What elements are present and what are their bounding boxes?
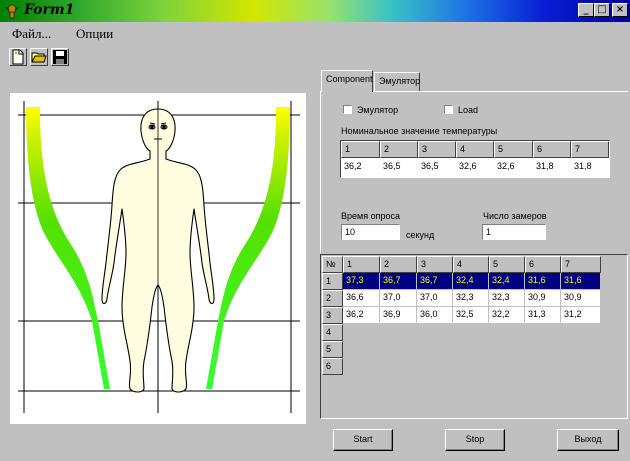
poll-time-label: Время опроса <box>341 211 400 221</box>
result-cell[interactable]: 30,9 <box>561 290 601 307</box>
grid-column-header: 2 <box>380 256 417 273</box>
result-cell[interactable]: 32,3 <box>489 290 525 307</box>
stop-button[interactable]: Stop <box>445 429 505 451</box>
temperature-profile-drawing <box>18 101 300 413</box>
result-cell[interactable]: 32,2 <box>489 307 525 324</box>
nominal-value-cell[interactable]: 36,5 <box>380 159 418 176</box>
grid-row-header: 1 <box>322 273 343 290</box>
nominal-value-cell[interactable]: 32,6 <box>456 159 494 176</box>
minimize-button[interactable]: _ <box>578 3 594 17</box>
tab-emulator[interactable]: Эмулятор <box>374 72 420 92</box>
result-cell[interactable]: 36,7 <box>380 273 417 290</box>
grid-corner-header: № <box>322 256 343 273</box>
result-cell[interactable]: 36,2 <box>343 307 380 324</box>
grid-header-cell: 4 <box>456 141 494 158</box>
result-cell[interactable]: 36,0 <box>417 307 453 324</box>
window-title: Form1 <box>24 2 75 18</box>
grid-column-header: 6 <box>525 256 561 273</box>
result-cell[interactable]: 31,2 <box>561 307 601 324</box>
grid-column-header: 7 <box>561 256 601 273</box>
result-cell[interactable]: 31,3 <box>525 307 561 324</box>
result-cell[interactable]: 36,9 <box>380 307 417 324</box>
app-icon <box>4 3 20 19</box>
load-checkbox-label: Load <box>458 105 479 115</box>
tab-component[interactable]: Component <box>321 70 373 92</box>
grid-column-header: 1 <box>343 256 380 273</box>
result-cell[interactable]: 32,5 <box>453 307 489 324</box>
open-folder-icon <box>31 52 47 63</box>
title-bar: Form1 _ □ × <box>0 0 630 22</box>
save-file-button[interactable] <box>51 48 69 66</box>
toolbar <box>0 44 630 70</box>
new-file-icon <box>12 49 24 65</box>
result-cell[interactable]: 36,6 <box>343 290 380 307</box>
nominal-value-cell[interactable]: 36,2 <box>341 159 380 176</box>
grid-header-cell: 6 <box>533 141 571 158</box>
nominal-temperature-grid[interactable]: 1 2 3 4 5 6 7 36,2 36,5 36,5 32,6 32,6 3… <box>340 140 610 178</box>
result-cell[interactable]: 31,6 <box>561 273 601 290</box>
body-diagram <box>10 93 306 424</box>
result-cell[interactable]: 30,9 <box>525 290 561 307</box>
menu-file[interactable]: Файл... <box>12 26 51 42</box>
new-file-button[interactable] <box>9 48 27 66</box>
poll-time-input[interactable]: 10 <box>341 224 400 240</box>
maximize-button[interactable]: □ <box>594 3 610 17</box>
grid-column-header: 5 <box>489 256 525 273</box>
grid-header-cell: 5 <box>494 141 533 158</box>
grid-column-header: 3 <box>417 256 453 273</box>
open-file-button[interactable] <box>30 48 48 66</box>
grid-header-cell: 3 <box>418 141 456 158</box>
result-cell[interactable]: 37,0 <box>417 290 453 307</box>
nominal-value-cell[interactable]: 32,6 <box>494 159 533 176</box>
exit-button[interactable]: Выход <box>557 429 619 451</box>
result-cell[interactable]: 32,3 <box>453 290 489 307</box>
measure-count-input[interactable]: 1 <box>482 224 546 240</box>
menu-options[interactable]: Опции <box>76 26 113 42</box>
grid-row-header: 2 <box>322 290 343 307</box>
load-checkbox[interactable] <box>444 105 453 114</box>
emulator-checkbox-label: Эмулятор <box>357 105 399 115</box>
nominal-value-cell[interactable]: 31,8 <box>571 159 609 176</box>
grid-header-cell: 2 <box>380 141 418 158</box>
grid-row-header: 5 <box>322 341 343 358</box>
grid-header-cell: 1 <box>341 141 380 158</box>
close-button[interactable]: × <box>612 3 628 17</box>
nominal-value-cell[interactable]: 36,5 <box>418 159 456 176</box>
poll-time-unit-label: секунд <box>406 230 435 240</box>
emulator-checkbox[interactable] <box>343 105 352 114</box>
results-grid[interactable]: № 1 2 3 4 5 6 7 1 37,3 36,7 36,7 32,4 32… <box>322 256 616 376</box>
grid-row-header: 6 <box>322 358 343 375</box>
result-cell[interactable]: 37,3 <box>343 273 380 290</box>
measure-count-label: Число замеров <box>483 211 547 221</box>
grid-row-header: 4 <box>322 324 343 341</box>
result-cell[interactable]: 31,6 <box>525 273 561 290</box>
grid-row-header: 3 <box>322 307 343 324</box>
start-button[interactable]: Start <box>333 429 393 451</box>
grid-header-cell: 7 <box>571 141 609 158</box>
nominal-temperature-label: Номинальное значение температуры <box>341 126 498 136</box>
save-disk-icon <box>53 50 67 64</box>
result-cell[interactable]: 32,4 <box>489 273 525 290</box>
nominal-value-cell[interactable]: 31,8 <box>533 159 571 176</box>
result-cell[interactable]: 36,7 <box>417 273 453 290</box>
menu-bar: Файл... Опции <box>0 22 630 44</box>
result-cell[interactable]: 32,4 <box>453 273 489 290</box>
grid-column-header: 4 <box>453 256 489 273</box>
result-cell[interactable]: 37,0 <box>380 290 417 307</box>
